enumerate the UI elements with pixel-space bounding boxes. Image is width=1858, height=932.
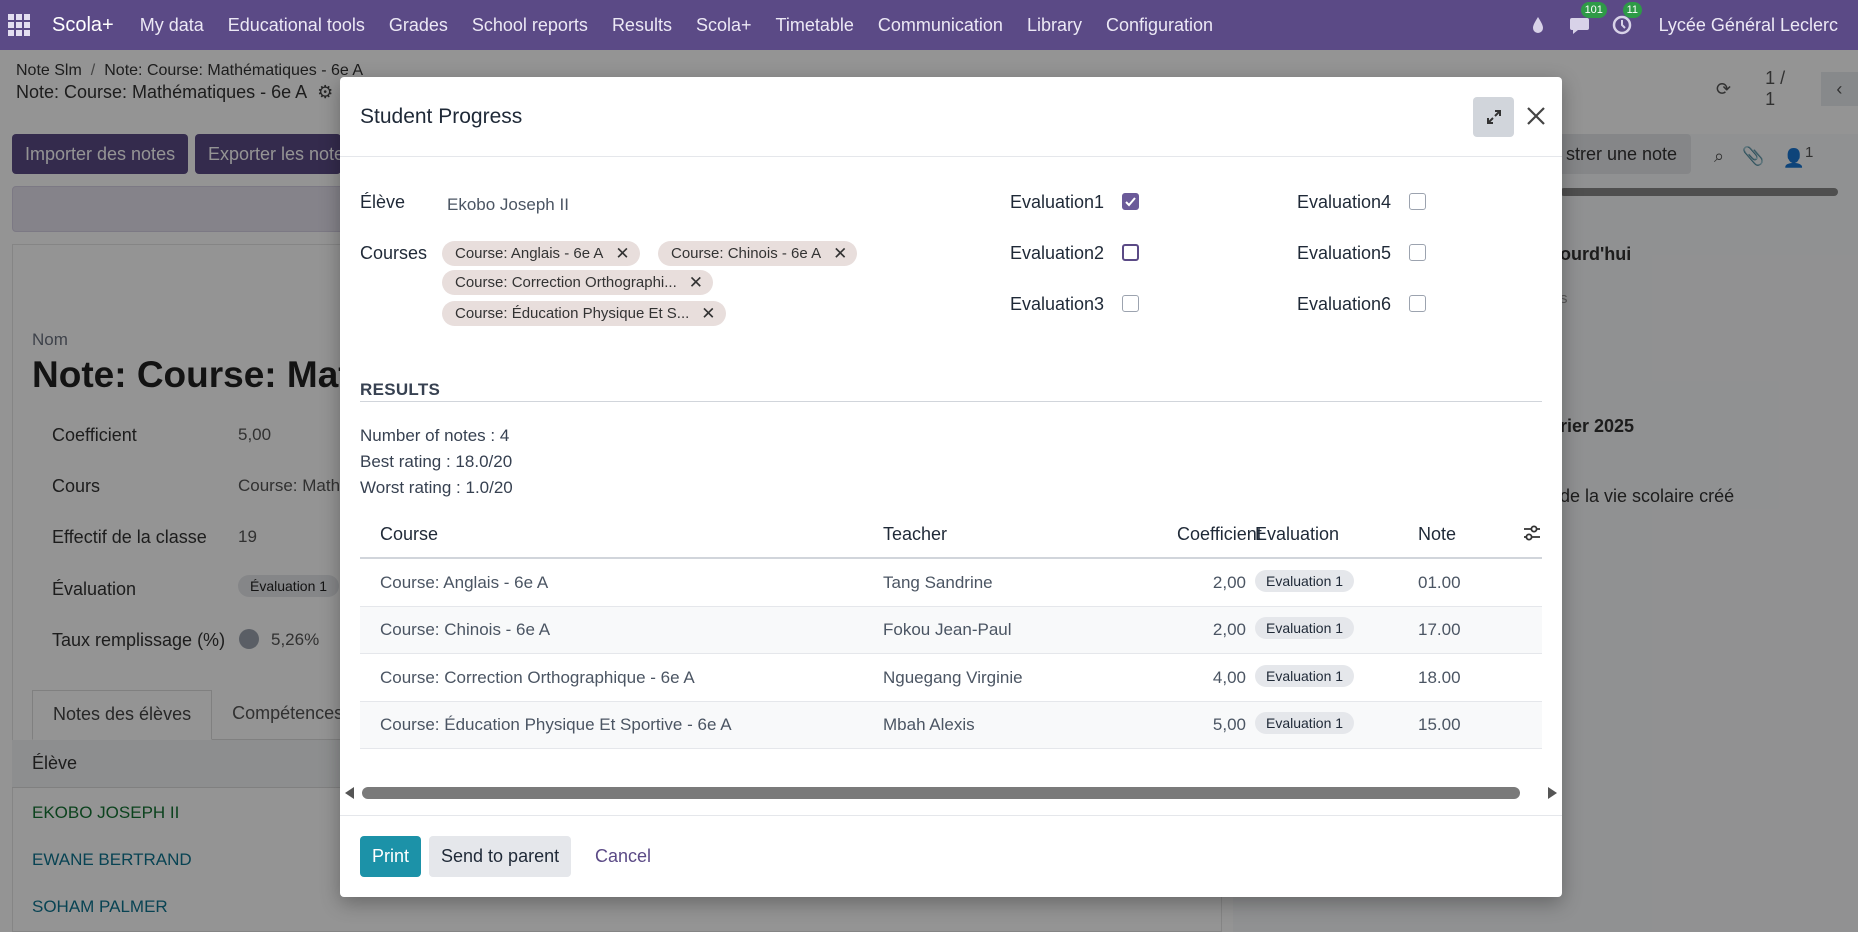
worst-rating: Worst rating : 1.0/20 xyxy=(360,478,513,497)
horizontal-scrollbar[interactable] xyxy=(340,784,1562,802)
course-tag: Course: Correction Orthographi... ✕ xyxy=(442,270,714,295)
evaluation6-checkbox[interactable] xyxy=(1409,295,1426,312)
dialog-footer: Print Send to parent Cancel xyxy=(340,815,1562,897)
course-tag-label: Course: Anglais - 6e A xyxy=(455,245,604,262)
course-tag: Course: Anglais - 6e A ✕ xyxy=(442,241,640,266)
note-column-header[interactable]: Note xyxy=(1418,524,1456,545)
table-row[interactable]: Course: Chinois - 6e A Fokou Jean-Paul 2… xyxy=(360,607,1542,654)
close-icon[interactable] xyxy=(1521,101,1551,131)
messages-count-badge: 101 xyxy=(1580,2,1607,18)
column-settings-icon[interactable] xyxy=(1522,523,1542,548)
row-evaluation-badge: Evaluation 1 xyxy=(1255,665,1355,687)
row-teacher: Fokou Jean-Paul xyxy=(883,620,1012,639)
row-course: Course: Chinois - 6e A xyxy=(380,620,551,639)
evaluation2-checkbox[interactable] xyxy=(1122,244,1139,261)
teacher-column-header[interactable]: Teacher xyxy=(883,524,947,545)
results-divider xyxy=(360,401,1542,402)
coefficient-column-header[interactable]: Coefficient xyxy=(1177,524,1262,545)
main-menu: My data Educational tools Grades School … xyxy=(140,15,1237,36)
evaluation3-checkbox[interactable] xyxy=(1122,295,1139,312)
course-tag-label: Course: Correction Orthographi... xyxy=(455,274,677,291)
menu-item-grades[interactable]: Grades xyxy=(389,15,448,36)
evaluation5-label: Evaluation5 xyxy=(1297,243,1392,263)
best-rating: Best rating : 18.0/20 xyxy=(360,452,513,471)
evaluation6-label: Evaluation6 xyxy=(1297,294,1392,314)
student-field[interactable]: Ekobo Joseph II xyxy=(447,195,569,215)
apps-menu-icon[interactable] xyxy=(8,14,30,36)
student-progress-dialog: Student Progress Élève Ekobo Joseph II C… xyxy=(340,77,1562,897)
row-teacher: Nguegang Virginie xyxy=(883,668,1023,687)
row-coefficient: 4,00 xyxy=(1212,668,1246,687)
notes-count: Number of notes : 4 xyxy=(360,426,510,445)
activities-icon[interactable]: 11 xyxy=(1611,2,1642,36)
menu-item-timetable[interactable]: Timetable xyxy=(776,15,854,36)
dialog-header: Student Progress xyxy=(340,77,1562,157)
evaluation3-label: Evaluation3 xyxy=(1010,294,1105,314)
expand-icon[interactable] xyxy=(1473,97,1514,137)
row-course: Course: Correction Orthographique - 6e A xyxy=(380,668,695,687)
courses-label: Courses xyxy=(360,243,428,263)
row-evaluation-badge: Evaluation 1 xyxy=(1255,617,1355,639)
results-heading: RESULTS xyxy=(360,380,441,399)
scroll-left-arrow-icon[interactable] xyxy=(345,787,354,799)
student-label: Élève xyxy=(360,192,406,212)
brand-name[interactable]: Scola+ xyxy=(52,14,114,37)
row-note: 17.00 xyxy=(1418,620,1461,639)
menu-item-educational-tools[interactable]: Educational tools xyxy=(228,15,365,36)
scrollbar-thumb[interactable] xyxy=(362,787,1520,799)
row-coefficient: 2,00 xyxy=(1212,620,1246,639)
navbar-systray: 101 11 Lycée Général Leclerc xyxy=(1507,0,1858,50)
menu-item-communication[interactable]: Communication xyxy=(878,15,1003,36)
menu-item-library[interactable]: Library xyxy=(1027,15,1082,36)
evaluation1-checkbox[interactable] xyxy=(1122,193,1139,210)
send-to-parent-button[interactable]: Send to parent xyxy=(429,836,572,877)
menu-item-scola-plus[interactable]: Scola+ xyxy=(696,15,752,36)
table-row[interactable]: Course: Éducation Physique Et Sportive -… xyxy=(360,702,1542,749)
row-course: Course: Anglais - 6e A xyxy=(380,573,549,592)
evaluation4-label: Evaluation4 xyxy=(1297,192,1392,212)
course-tag: Course: Chinois - 6e A ✕ xyxy=(658,241,858,266)
remove-tag-icon[interactable]: ✕ xyxy=(615,244,629,264)
drop-icon[interactable] xyxy=(1527,14,1549,36)
row-coefficient: 2,00 xyxy=(1212,573,1246,592)
row-course: Course: Éducation Physique Et Sportive -… xyxy=(380,715,732,734)
course-tag: Course: Éducation Physique Et S... ✕ xyxy=(442,301,726,326)
evaluation2-label: Evaluation2 xyxy=(1010,243,1105,263)
row-note: 18.00 xyxy=(1418,668,1461,687)
evaluation4-checkbox[interactable] xyxy=(1409,193,1426,210)
activities-count-badge: 11 xyxy=(1622,2,1642,18)
menu-item-configuration[interactable]: Configuration xyxy=(1106,15,1213,36)
menu-item-school-reports[interactable]: School reports xyxy=(472,15,588,36)
row-evaluation-badge: Evaluation 1 xyxy=(1255,570,1355,592)
row-note: 01.00 xyxy=(1418,573,1461,592)
company-switcher[interactable]: Lycée Général Leclerc xyxy=(1659,15,1838,36)
evaluation1-label: Evaluation1 xyxy=(1010,192,1105,212)
remove-tag-icon[interactable]: ✕ xyxy=(833,244,847,264)
course-tag-label: Course: Chinois - 6e A xyxy=(671,245,822,262)
print-button[interactable]: Print xyxy=(360,836,422,877)
course-tag-label: Course: Éducation Physique Et S... xyxy=(455,305,690,322)
row-evaluation-badge: Evaluation 1 xyxy=(1255,712,1355,734)
menu-item-results[interactable]: Results xyxy=(612,15,672,36)
remove-tag-icon[interactable]: ✕ xyxy=(689,273,703,293)
course-column-header[interactable]: Course xyxy=(380,524,438,545)
evaluation5-checkbox[interactable] xyxy=(1409,244,1426,261)
table-row[interactable]: Course: Correction Orthographique - 6e A… xyxy=(360,655,1542,702)
row-coefficient: 5,00 xyxy=(1212,715,1246,734)
messages-icon[interactable]: 101 xyxy=(1569,2,1607,36)
row-teacher: Tang Sandrine xyxy=(883,573,993,592)
table-row[interactable]: Course: Anglais - 6e A Tang Sandrine 2,0… xyxy=(360,560,1542,607)
dialog-title: Student Progress xyxy=(360,105,523,128)
remove-tag-icon[interactable]: ✕ xyxy=(701,304,715,324)
scroll-right-arrow-icon[interactable] xyxy=(1548,787,1557,799)
row-note: 15.00 xyxy=(1418,715,1461,734)
cancel-button[interactable]: Cancel xyxy=(583,836,663,877)
menu-item-my-data[interactable]: My data xyxy=(140,15,204,36)
row-teacher: Mbah Alexis xyxy=(883,715,975,734)
top-navbar: Scola+ My data Educational tools Grades … xyxy=(0,0,1858,50)
evaluation-column-header[interactable]: Evaluation xyxy=(1255,524,1339,545)
results-table-header: Course Teacher Coefficient Evaluation No… xyxy=(360,510,1542,559)
